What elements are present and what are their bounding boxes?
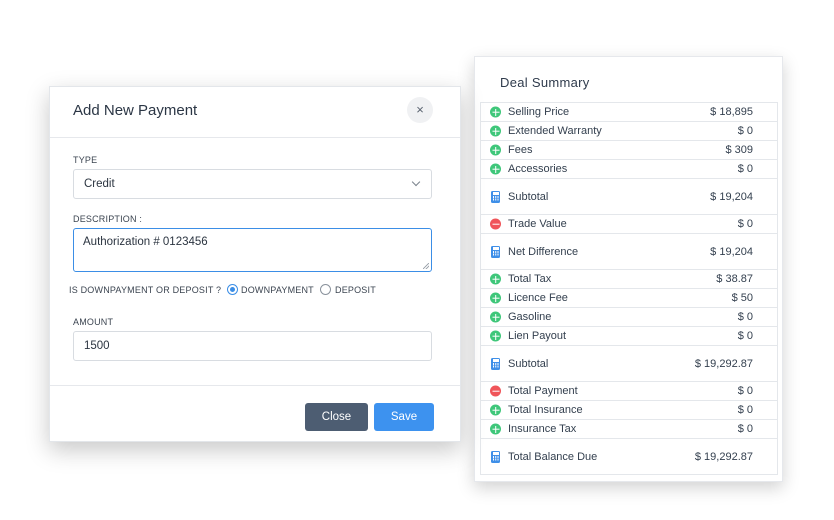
summary-row-value: $ 18,895 (710, 106, 753, 118)
chevron-down-icon (411, 177, 421, 187)
summary-row-value: $ 0 (737, 125, 753, 137)
plus-circle-icon (490, 125, 501, 137)
summary-row-label: Insurance Tax (508, 423, 577, 435)
summary-row-value: $ 0 (737, 311, 753, 323)
summary-row-total-tax: Total Tax $ 38.87 (481, 270, 777, 289)
summary-row-trade-value: Trade Value $ 0 (481, 215, 777, 234)
summary-row-label: Extended Warranty (508, 125, 602, 137)
summary-row-value: $ 19,292.87 (694, 450, 753, 463)
summary-row-label: Selling Price (508, 106, 570, 118)
plus-circle-icon (490, 423, 501, 435)
summary-row-accessories: Accessories $ 0 (481, 160, 777, 179)
amount-value: 1500 (84, 340, 110, 352)
summary-row-extended-warranty: Extended Warranty $ 0 (481, 122, 777, 141)
summary-row-fees: Fees $ 309 (481, 141, 777, 160)
summary-row-value: $ 38.87 (716, 273, 753, 285)
amount-input[interactable]: 1500 (73, 331, 432, 361)
summary-row-value: $ 0 (737, 330, 753, 342)
summary-row-label: Trade Value (508, 218, 567, 230)
summary-row-label: Total Tax (508, 273, 552, 285)
calculator-icon (491, 450, 500, 463)
minus-circle-icon (490, 385, 501, 397)
plus-circle-icon (490, 330, 501, 342)
calculator-icon (491, 357, 500, 370)
summary-row-label: Accessories (508, 163, 568, 175)
summary-row-selling-price: Selling Price $ 18,895 (481, 103, 777, 122)
deal-summary-table: Selling Price $ 18,895 Extended Warranty… (480, 102, 778, 475)
summary-row-value: $ 50 (731, 292, 753, 304)
plus-circle-icon (490, 106, 501, 118)
close-button[interactable]: Close (305, 403, 368, 431)
modal-title: Add New Payment (73, 102, 198, 119)
summary-row-value: $ 309 (725, 144, 753, 156)
summary-row-insurance-tax: Insurance Tax $ 0 (481, 420, 777, 439)
plus-circle-icon (490, 144, 501, 156)
summary-row-label: Net Difference (508, 245, 579, 258)
summary-row-value: $ 19,292.87 (694, 357, 753, 370)
calculator-icon (491, 190, 500, 203)
summary-row-total-insurance: Total Insurance $ 0 (481, 401, 777, 420)
plus-circle-icon (490, 292, 501, 304)
description-label: DESCRIPTION : (73, 214, 143, 224)
save-button[interactable]: Save (374, 403, 434, 431)
summary-row-label: Lien Payout (508, 330, 567, 342)
modal-footer (50, 385, 460, 386)
summary-row-licence-fee: Licence Fee $ 50 (481, 289, 777, 308)
summary-row-subtotal: Subtotal $ 19,204 (481, 179, 777, 215)
summary-row-label: Fees (508, 144, 533, 156)
summary-row-value: $ 0 (737, 385, 753, 397)
plus-circle-icon (490, 404, 501, 416)
deal-summary-title: Deal Summary (500, 75, 590, 90)
plus-circle-icon (490, 163, 501, 175)
summary-row-label: Licence Fee (508, 292, 568, 304)
summary-row-gasoline: Gasoline $ 0 (481, 308, 777, 327)
amount-label: AMOUNT (73, 317, 114, 327)
type-label: TYPE (73, 155, 98, 165)
summary-row-value: $ 0 (737, 218, 753, 230)
type-select[interactable]: Credit (73, 169, 432, 199)
type-select-value: Credit (84, 178, 115, 190)
summary-row-lien-payout: Lien Payout $ 0 (481, 327, 777, 346)
calculator-icon (491, 245, 500, 258)
summary-row-net-difference: Net Difference $ 19,204 (481, 234, 777, 270)
summary-row-total-payment: Total Payment $ 0 (481, 382, 777, 401)
plus-circle-icon (490, 311, 501, 323)
deal-summary-panel: Deal Summary Selling Price $ 18,895 Exte… (474, 56, 783, 482)
close-icon[interactable]: × (407, 97, 433, 123)
summary-row-value: $ 0 (737, 163, 753, 175)
add-payment-modal: Add New Payment × TYPE Credit DESCRIPTIO… (49, 86, 461, 442)
summary-row-total-balance-due: Total Balance Due $ 19,292.87 (481, 439, 777, 475)
plus-circle-icon (490, 273, 501, 285)
resize-handle-icon[interactable] (423, 263, 429, 269)
minus-circle-icon (490, 218, 501, 230)
summary-row-value: $ 19,204 (710, 190, 753, 203)
summary-row-value: $ 19,204 (710, 245, 753, 258)
summary-row-value: $ 0 (737, 423, 753, 435)
downpayment-radio-label[interactable]: DOWNPAYMENT (241, 285, 314, 295)
summary-row-subtotal-2: Subtotal $ 19,292.87 (481, 346, 777, 382)
summary-row-value: $ 0 (737, 404, 753, 416)
summary-row-label: Gasoline (508, 311, 552, 323)
radio-question: IS DOWNPAYMENT OR DEPOSIT ? (69, 285, 222, 295)
description-textarea[interactable]: Authorization # 0123456 (73, 228, 432, 272)
summary-row-label: Total Payment (508, 385, 578, 397)
deposit-radio-label[interactable]: DEPOSIT (335, 285, 376, 295)
description-value: Authorization # 0123456 (83, 236, 208, 248)
summary-row-label: Subtotal (508, 357, 549, 370)
summary-row-label: Subtotal (508, 190, 549, 203)
modal-header: Add New Payment × (50, 87, 460, 138)
deposit-radio[interactable] (320, 284, 331, 295)
summary-row-label: Total Insurance (508, 404, 583, 416)
summary-row-label: Total Balance Due (508, 450, 598, 463)
downpayment-radio[interactable] (227, 284, 238, 295)
